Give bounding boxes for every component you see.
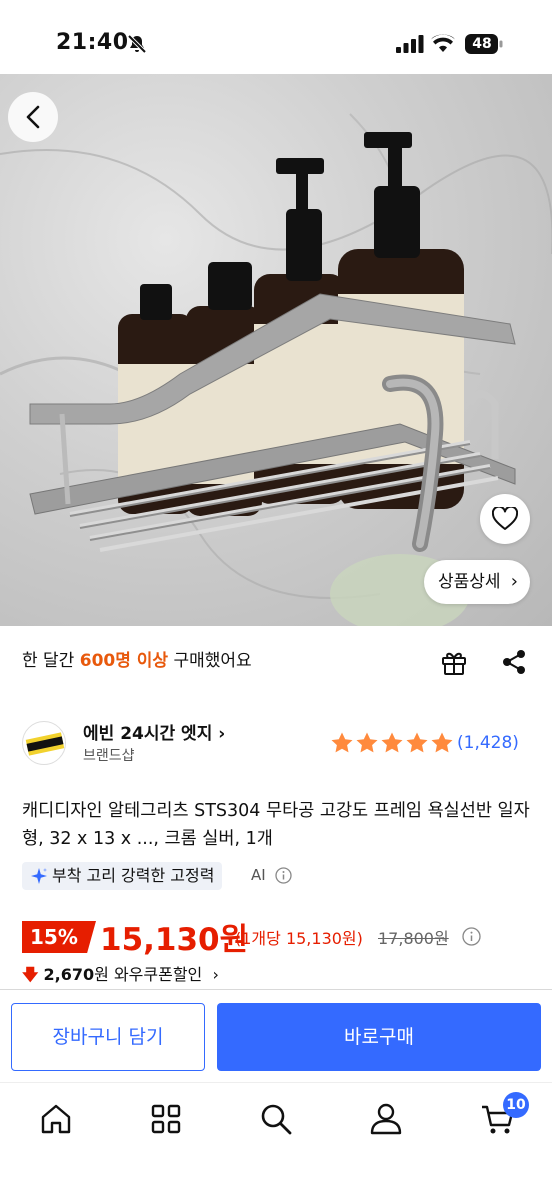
product-detail-label: 상품상세 xyxy=(438,572,501,592)
cart-count-badge: 10 xyxy=(503,1092,529,1118)
heart-icon xyxy=(492,507,518,530)
rating-stars[interactable] xyxy=(330,731,454,755)
chevron-left-icon xyxy=(26,105,40,129)
star-icon xyxy=(431,732,453,753)
ai-label: AI xyxy=(251,866,266,884)
back-button[interactable] xyxy=(8,92,58,142)
bell-slash-icon xyxy=(127,34,147,54)
chevron-right-icon: › xyxy=(510,571,518,592)
discount-badge: 15% xyxy=(22,921,96,953)
share-icon[interactable] xyxy=(500,648,528,676)
ai-feature-tag-label: 부착 고리 강력한 고정력 xyxy=(52,866,215,885)
original-price: 17,800원 xyxy=(378,929,449,948)
wifi-icon xyxy=(431,34,455,52)
my-icon[interactable] xyxy=(368,1101,404,1137)
category-icon[interactable] xyxy=(148,1101,184,1137)
divider xyxy=(0,989,552,990)
brand-subtitle: 브랜드샵 xyxy=(83,748,135,764)
purchase-count-highlight: 600명 이상 xyxy=(79,651,169,671)
info-icon[interactable] xyxy=(275,867,292,884)
coupon-label: 원 와우쿠폰할인 xyxy=(94,965,203,984)
search-icon[interactable] xyxy=(258,1101,294,1137)
star-icon xyxy=(381,732,403,753)
home-icon[interactable] xyxy=(38,1101,74,1137)
battery-level: 48 xyxy=(472,36,492,52)
wishlist-button[interactable] xyxy=(480,494,530,544)
info-icon[interactable] xyxy=(462,927,481,946)
purchase-count-text: 한 달간 600명 이상 구매했어요 xyxy=(22,651,252,671)
coupon-amount: 2,670 xyxy=(43,965,95,984)
gift-icon[interactable] xyxy=(440,648,468,676)
ai-feature-tag: 부착 고리 강력한 고정력 xyxy=(22,862,223,890)
brand-name-link[interactable]: 에빈 24시간 엣지 › xyxy=(83,719,225,744)
product-image-carousel[interactable]: = xyxy=(0,74,552,626)
brand-logo[interactable] xyxy=(22,721,66,765)
status-bar: 21:40 48 xyxy=(0,0,552,74)
coupon-discount-link[interactable]: 🡇 2,670원 와우쿠폰할인 › xyxy=(22,961,219,991)
star-icon xyxy=(331,732,353,753)
review-count-link[interactable]: (1,428) xyxy=(457,733,519,753)
brand-logo-image xyxy=(25,732,65,756)
buy-now-button[interactable]: 바로구매 xyxy=(217,1003,541,1071)
product-title: 캐디디자인 알테그리츠 STS304 무타공 고강도 프레임 욕실선반 일자형,… xyxy=(22,801,530,849)
add-to-cart-button[interactable]: 장바구니 담기 xyxy=(11,1003,205,1071)
sparkle-icon xyxy=(31,868,47,884)
chevron-right-icon: › xyxy=(218,724,226,744)
status-time: 21:40 xyxy=(56,30,129,55)
signal-icon xyxy=(396,35,424,53)
bottom-nav xyxy=(0,1082,552,1200)
star-icon xyxy=(356,732,378,753)
arrow-down-icon: 🡇 xyxy=(22,965,39,984)
product-image xyxy=(0,113,552,626)
sale-price: 15,130원 xyxy=(100,922,249,958)
product-detail-button[interactable]: 상품상세 › xyxy=(424,560,530,604)
chevron-right-icon: › xyxy=(207,965,219,984)
star-icon xyxy=(406,732,428,753)
unit-price: (1개당 15,130원) xyxy=(235,929,363,948)
